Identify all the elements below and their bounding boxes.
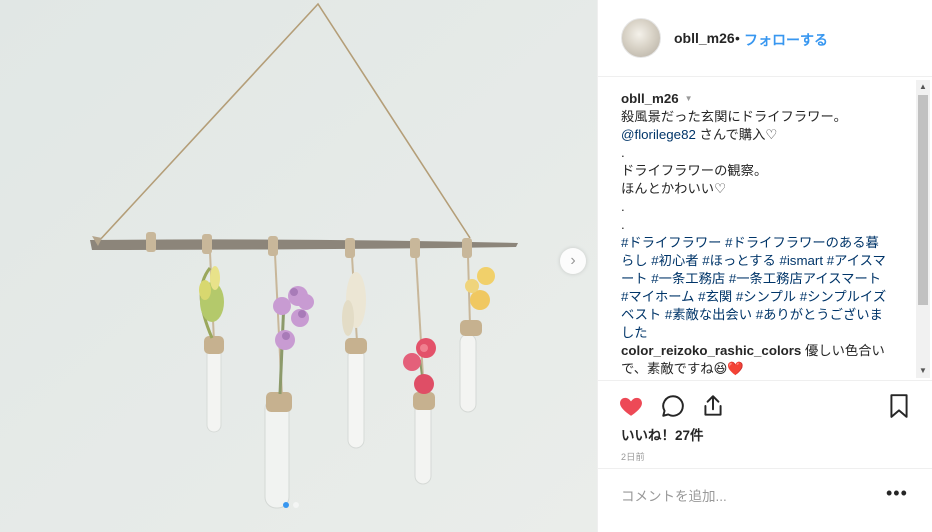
- avatar[interactable]: [621, 18, 661, 58]
- chevron-right-icon: ›: [570, 252, 576, 269]
- carousel-dot-active: [283, 502, 289, 508]
- scrollbar-thumb[interactable]: [918, 95, 928, 305]
- dried-flower-hanging-illustration: [0, 0, 597, 532]
- next-photo-button[interactable]: ›: [560, 248, 586, 274]
- action-bar: [598, 380, 932, 427]
- post-timestamp[interactable]: 2日前: [621, 450, 645, 463]
- scroll-down-arrow-icon[interactable]: ▼: [916, 364, 930, 378]
- bookmark-icon[interactable]: [886, 393, 912, 419]
- caption-mention-suffix: さんで購入♡: [695, 127, 778, 142]
- caption-username[interactable]: obll_m26: [621, 91, 679, 106]
- post-sidebar: obll_m26 • フォローする obll_m26 ▼ 殺風景だった玄関にドライ…: [597, 0, 932, 532]
- chevron-down-icon[interactable]: ▼: [685, 94, 693, 103]
- post: › obll_m26 • フォローする obll_m26 ▼ 殺風景だった玄関にド…: [0, 0, 932, 532]
- add-comment-bar: •••: [598, 468, 932, 525]
- caption-dot: .: [621, 199, 625, 214]
- caption-line: ドライフラワーの観察。: [621, 163, 768, 178]
- mention-link[interactable]: @florilege82: [621, 127, 696, 142]
- heart-icon[interactable]: [618, 393, 644, 419]
- caption-line: 殺風景だった玄関にドライフラワー。: [621, 109, 847, 124]
- post-header: obll_m26 • フォローする: [598, 0, 932, 77]
- header-separator: •: [735, 30, 740, 46]
- hashtag-links[interactable]: #ドライフラワー #ドライフラワーのある暮らし #初心者 #ほっとする #ism…: [621, 234, 891, 342]
- carousel-indicator: [283, 502, 299, 508]
- follow-button[interactable]: フォローする: [744, 30, 828, 50]
- header-username[interactable]: obll_m26: [674, 30, 735, 46]
- carousel-dot: [293, 502, 299, 508]
- caption-line: ほんとかわいい♡: [621, 181, 726, 196]
- comment-username[interactable]: color_reizoko_rashic_colors: [621, 343, 801, 358]
- comments-list[interactable]: obll_m26 ▼ 殺風景だった玄関にドライフラワー。 @florilege82…: [621, 90, 891, 380]
- likes-count[interactable]: いいね！27件: [621, 424, 704, 444]
- share-icon[interactable]: [700, 393, 726, 419]
- caption-dot: .: [621, 217, 625, 232]
- more-options-icon[interactable]: •••: [886, 484, 908, 502]
- comment-icon[interactable]: [660, 393, 686, 419]
- post-photo[interactable]: ›: [0, 0, 597, 532]
- comments-scrollbar[interactable]: ▲ ▼: [916, 80, 930, 378]
- caption-dot: .: [621, 145, 625, 160]
- add-comment-input[interactable]: [621, 485, 861, 507]
- scroll-up-arrow-icon[interactable]: ▲: [916, 80, 930, 94]
